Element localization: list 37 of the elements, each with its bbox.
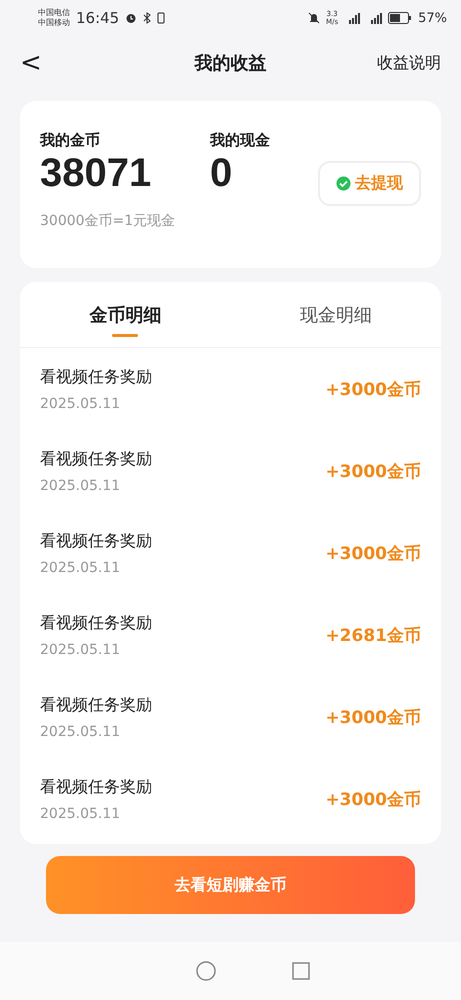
record-amount: +3000金币 [325, 460, 421, 482]
cash-label: 我的现金 [210, 131, 271, 150]
record-date: 2025.05.11 [40, 478, 122, 494]
record-title: 看视频任务奖励 [40, 530, 152, 552]
record-amount: +3000金币 [325, 706, 421, 728]
earnings-info-link[interactable]: 收益说明 [377, 52, 441, 74]
exchange-rate-note: 30000金币=1元现金 [40, 212, 176, 230]
coin-balance: 38071 [40, 150, 152, 196]
recents-nav-icon[interactable] [292, 962, 310, 980]
record-title: 看视频任务奖励 [40, 448, 152, 470]
record-amount: +3000金币 [325, 542, 421, 564]
record-title: 看视频任务奖励 [40, 776, 152, 798]
record-title: 看视频任务奖励 [40, 366, 152, 388]
coins-label: 我的金币 [40, 131, 101, 150]
carrier-names: 中国电信 中国移动 [38, 8, 70, 28]
cash-balance: 0 [210, 150, 234, 196]
check-icon [336, 176, 351, 191]
muted-bell-icon [308, 12, 320, 24]
record-amount: +3000金币 [325, 378, 421, 400]
home-nav-icon[interactable] [196, 961, 216, 981]
battery-percentage: 57% [418, 10, 447, 26]
record-title: 看视频任务奖励 [40, 694, 152, 716]
page-title: 我的收益 [194, 52, 266, 75]
tab[interactable]: 金币明细 [20, 282, 230, 347]
bluetooth-icon [143, 12, 152, 24]
back-button[interactable]: < [20, 48, 42, 78]
tab[interactable]: 现金明细 [230, 282, 441, 347]
battery-icon [388, 12, 412, 24]
record-date: 2025.05.11 [40, 806, 122, 822]
record-amount: +3000金币 [325, 788, 421, 810]
record-title: 看视频任务奖励 [40, 612, 152, 634]
record-date: 2025.05.11 [40, 396, 122, 412]
clock: 16:45 [76, 9, 120, 27]
record-date: 2025.05.11 [40, 642, 122, 658]
record-date: 2025.05.11 [40, 560, 122, 576]
record-date: 2025.05.11 [40, 724, 122, 740]
record-amount: +2681金币 [325, 624, 421, 646]
